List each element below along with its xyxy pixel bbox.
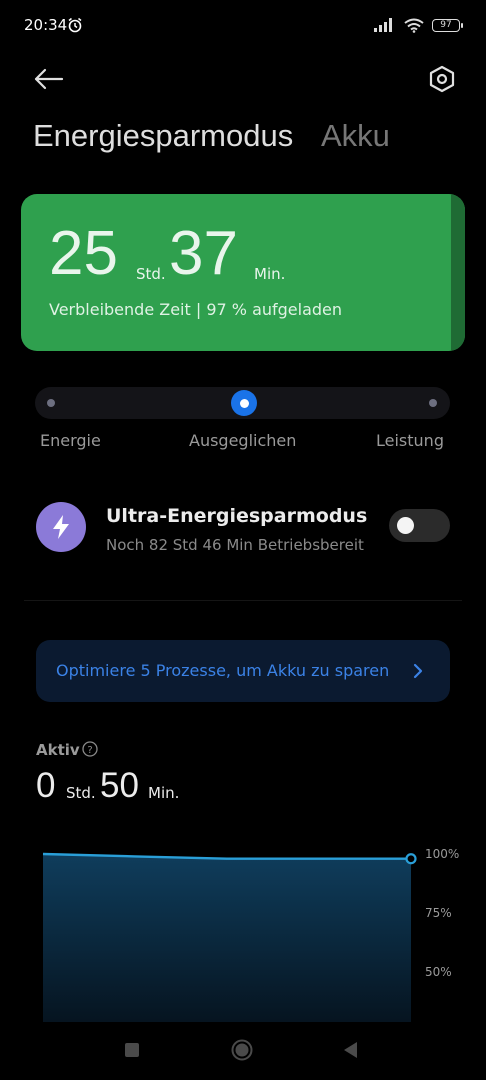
active-minutes-unit: Min. bbox=[148, 784, 180, 802]
ultra-saver-icon-circle bbox=[36, 502, 86, 552]
status-icons: 97 bbox=[374, 16, 463, 34]
nav-back-button[interactable] bbox=[343, 1041, 359, 1059]
y-tick-label: 50% bbox=[425, 965, 452, 979]
chevron-right-icon bbox=[413, 663, 423, 679]
power-mode-slider[interactable] bbox=[35, 387, 450, 419]
svg-text:?: ? bbox=[87, 745, 92, 756]
active-minutes: 50 bbox=[100, 766, 139, 805]
toggle-knob bbox=[397, 517, 414, 534]
active-hours: 0 bbox=[36, 766, 56, 805]
tab-akku[interactable]: Akku bbox=[321, 118, 390, 154]
active-hours-unit: Std. bbox=[66, 784, 96, 802]
mode-dot-leistung[interactable] bbox=[429, 399, 437, 407]
battery-level-chart: 100% 75% 50% bbox=[42, 847, 459, 1022]
ultra-saver-toggle[interactable] bbox=[389, 509, 450, 542]
remaining-hours: 25 bbox=[49, 219, 118, 288]
recents-button[interactable] bbox=[125, 1043, 139, 1057]
question-circle-icon[interactable]: ? bbox=[82, 741, 98, 757]
mode-dot-energie[interactable] bbox=[47, 399, 55, 407]
back-button[interactable] bbox=[30, 62, 68, 96]
divider bbox=[24, 600, 462, 601]
battery-line-endpoint bbox=[405, 853, 417, 865]
battery-indicator: 97 bbox=[432, 18, 463, 32]
ultra-saver-title: Ultra-Energiesparmodus bbox=[106, 505, 368, 527]
status-time: 20:34 bbox=[24, 16, 68, 34]
minutes-unit: Min. bbox=[254, 265, 286, 283]
y-tick-label: 100% bbox=[425, 847, 459, 861]
y-tick-label: 75% bbox=[425, 906, 452, 920]
mode-label-ausgeglichen[interactable]: Ausgeglichen bbox=[189, 431, 296, 450]
mode-label-leistung[interactable]: Leistung bbox=[376, 431, 444, 450]
tab-energiesparmodus[interactable]: Energiesparmodus bbox=[33, 118, 293, 154]
battery-area bbox=[43, 854, 411, 1022]
optimize-processes-banner[interactable]: Optimiere 5 Prozesse, um Akku zu sparen bbox=[36, 640, 450, 702]
mode-label-energie[interactable]: Energie bbox=[40, 431, 101, 450]
lightning-bolt-icon bbox=[53, 515, 69, 539]
battery-level: 97 bbox=[440, 20, 452, 30]
settings-button[interactable] bbox=[424, 62, 460, 96]
wifi-icon bbox=[404, 18, 424, 33]
triangle-back-icon bbox=[344, 1042, 357, 1058]
circle-home-icon bbox=[231, 1039, 253, 1061]
card-edge bbox=[451, 194, 465, 351]
ultra-saver-subtitle: Noch 82 Std 46 Min Betriebsbereit bbox=[106, 536, 364, 554]
remaining-time-subtitle: Verbleibende Zeit | 97 % aufgeladen bbox=[49, 300, 343, 319]
alarm-clock-icon bbox=[68, 17, 82, 33]
active-label: Aktiv bbox=[36, 741, 80, 759]
cellular-signal-icon bbox=[374, 18, 392, 32]
arrow-left-icon bbox=[34, 68, 64, 90]
slider-knob[interactable] bbox=[231, 390, 257, 416]
home-button[interactable] bbox=[231, 1039, 253, 1061]
hours-unit: Std. bbox=[136, 265, 166, 283]
remaining-minutes: 37 bbox=[169, 219, 238, 288]
battery-time-card: 25 Std. 37 Min. Verbleibende Zeit | 97 %… bbox=[21, 194, 465, 351]
optimize-banner-text: Optimiere 5 Prozesse, um Akku zu sparen bbox=[56, 661, 390, 680]
hexagon-gear-icon bbox=[429, 65, 455, 93]
